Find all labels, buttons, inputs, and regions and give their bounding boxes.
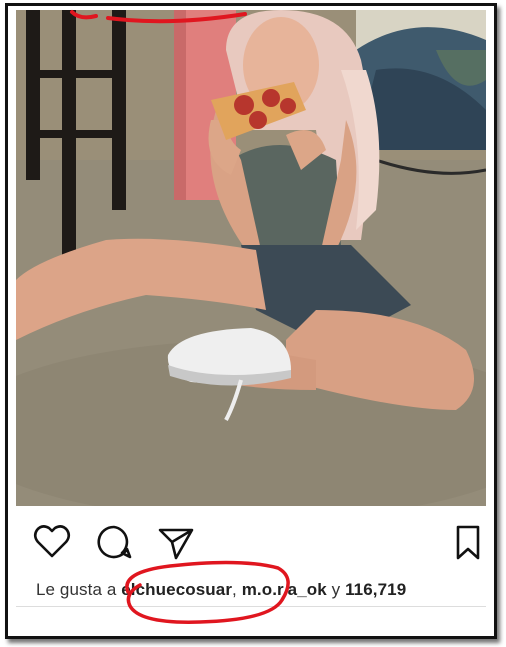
photo-illustration [16, 10, 486, 506]
heart-icon[interactable] [32, 522, 72, 562]
liked-by-conjunction: y [326, 580, 346, 599]
liked-by-user-link[interactable]: elchuecosuar [121, 580, 232, 599]
comment-icon[interactable] [94, 522, 134, 562]
likes-summary: Le gusta a elchuecosuar, m.o.r.a_ok y 11… [36, 580, 406, 600]
liked-by-separator: , [232, 580, 242, 599]
likes-count-link[interactable]: 116,719 [345, 580, 406, 599]
post-actions-bar [8, 516, 494, 566]
liked-by-prefix: Le gusta a [36, 580, 122, 599]
bookmark-icon[interactable] [448, 522, 488, 562]
post-photo[interactable] [16, 10, 486, 506]
post-frame: Le gusta a elchuecosuar, m.o.r.a_ok y 11… [5, 3, 497, 639]
send-icon[interactable] [156, 522, 196, 562]
liked-by-user-link-2[interactable]: m.o.r.a_ok [242, 580, 327, 599]
divider [16, 606, 486, 607]
